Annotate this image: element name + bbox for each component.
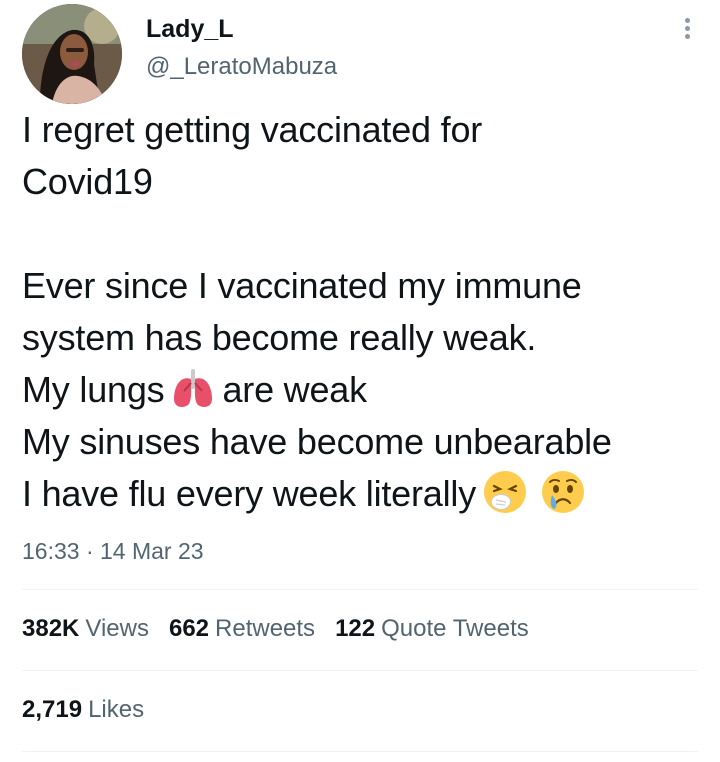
tweet-line-part: My lungs [22, 369, 165, 410]
crying-face-emoji-icon [542, 471, 584, 514]
tweet-header: Lady_L @_LeratoMabuza [22, 4, 698, 104]
tweet-line-part: are weak [222, 369, 367, 410]
divider [22, 670, 698, 671]
tweet-line: Covid19 [22, 161, 153, 202]
tweet-line: I regret getting vaccinated for [22, 109, 483, 150]
retweets-label: Retweets [215, 615, 316, 642]
retweets-stat[interactable]: 662 Retweets [169, 611, 315, 647]
author-display-name[interactable]: Lady_L [146, 12, 337, 46]
more-options-icon[interactable] [682, 18, 692, 48]
tweet-line: My lungs are weak [22, 364, 702, 416]
tweet-line: Ever since I vaccinated my immune [22, 265, 582, 306]
divider [22, 589, 698, 590]
likes-stat-inner: 2,719 Likes [22, 692, 144, 728]
likes-stat[interactable]: 2,719 Likes [22, 692, 144, 728]
retweets-count: 662 [168, 615, 210, 642]
tweet-stats: 382K Views 662 Retweets 122 Quote Tweets [22, 611, 549, 647]
author-names: Lady_L @_LeratoMabuza [146, 12, 337, 84]
views-count: 382K [22, 615, 80, 642]
tweet-text: I regret getting vaccinated for Covid19 … [22, 104, 702, 520]
tweet-line: I have flu every week literally [22, 468, 702, 520]
tweet-line: system has become really weak. [22, 317, 537, 358]
quote-tweets-label: Quote Tweets [381, 615, 529, 642]
sneezing-face-emoji-icon [484, 471, 526, 514]
avatar[interactable] [22, 4, 122, 104]
author-handle[interactable]: @_LeratoMabuza [146, 50, 337, 84]
likes-label: Likes [88, 696, 145, 723]
tweet-card: Lady_L @_LeratoMabuza I regret getting v… [0, 0, 720, 762]
lungs-emoji-icon [174, 369, 213, 408]
views-stat[interactable]: 382K Views [22, 611, 149, 647]
tweet-line: My sinuses have become unbearable [22, 421, 612, 462]
quote-tweets-stat[interactable]: 122 Quote Tweets [335, 611, 529, 647]
divider [22, 751, 698, 752]
avatar-photo-icon [22, 4, 122, 104]
tweet-line-part: I have flu every week literally [22, 473, 476, 514]
likes-count: 2,719 [22, 696, 83, 723]
quote-tweets-count: 122 [335, 615, 376, 642]
tweet-timestamp[interactable]: 16:33 · 14 Mar 23 [22, 535, 204, 567]
views-label: Views [85, 615, 149, 642]
